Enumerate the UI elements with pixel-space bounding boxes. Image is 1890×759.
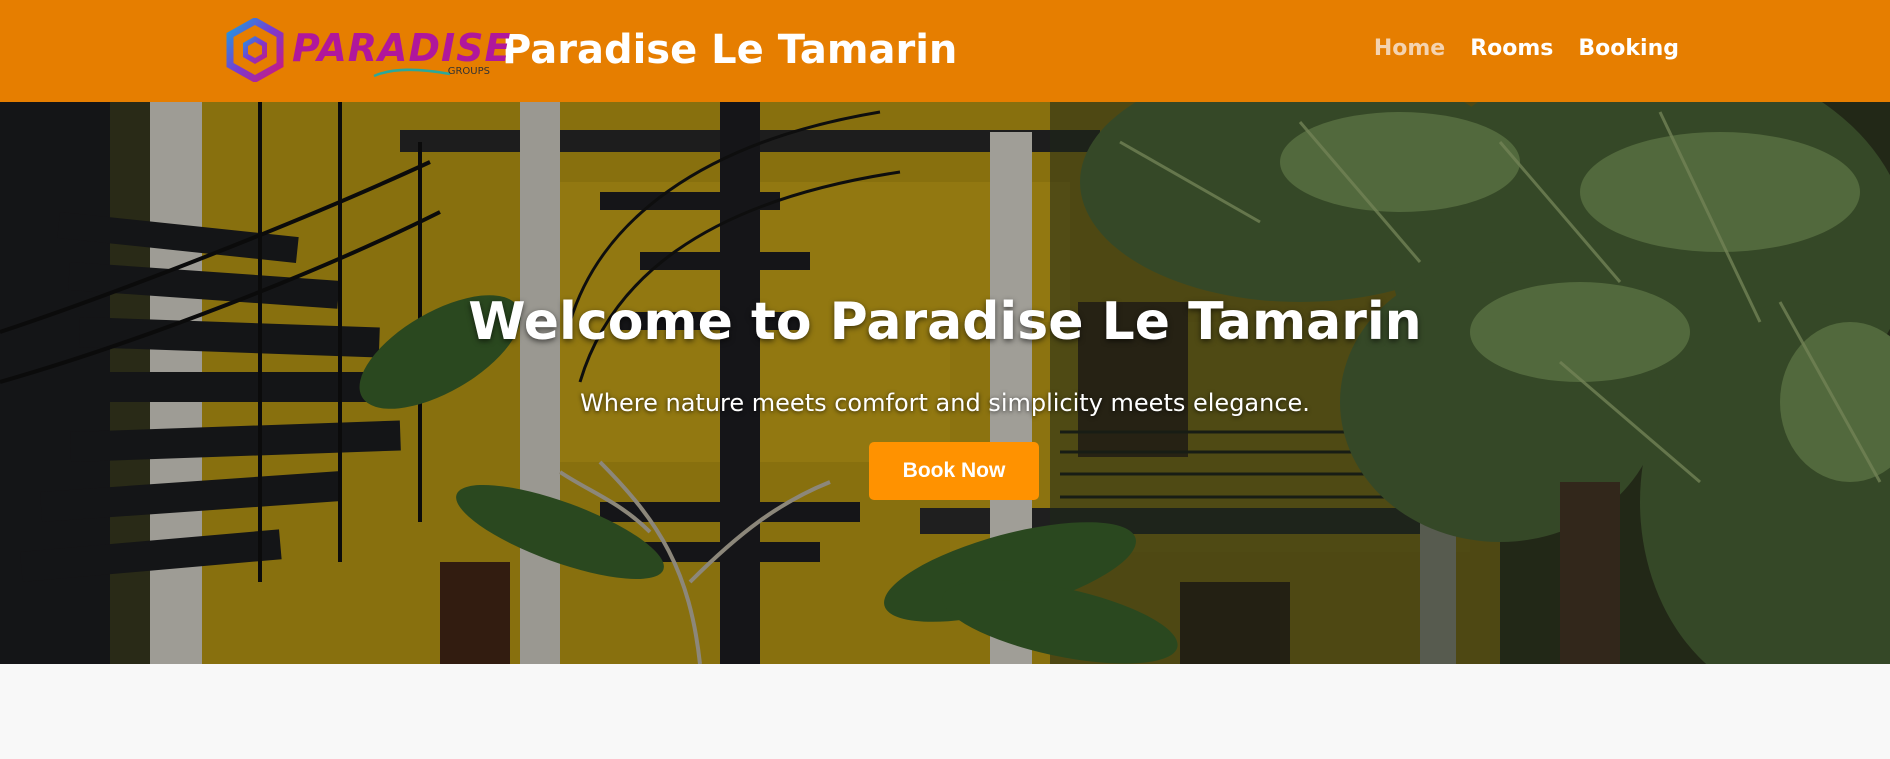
main-nav: Home Rooms Booking bbox=[1374, 36, 1679, 61]
page-body bbox=[0, 664, 1890, 759]
site-title[interactable]: Paradise Le Tamarin bbox=[502, 27, 957, 73]
hero-title: Welcome to Paradise Le Tamarin bbox=[468, 292, 1422, 352]
hero-subtitle: Where nature meets comfort and simplicit… bbox=[580, 389, 1310, 417]
logo-word: PARADISE bbox=[292, 26, 512, 70]
nav-link-booking[interactable]: Booking bbox=[1578, 36, 1679, 61]
hero-overlay bbox=[0, 102, 1890, 664]
navbar: PARADISE GROUPS Paradise Le Tamarin Home… bbox=[0, 0, 1890, 102]
nav-link-home[interactable]: Home bbox=[1374, 36, 1445, 61]
hero-section: Welcome to Paradise Le Tamarin Where nat… bbox=[0, 102, 1890, 664]
logo-subtext: GROUPS bbox=[447, 66, 490, 77]
logo-swoosh bbox=[373, 68, 451, 78]
nav-link-rooms[interactable]: Rooms bbox=[1470, 36, 1553, 61]
hexagon-logo-icon bbox=[226, 18, 284, 82]
brand[interactable]: PARADISE GROUPS Paradise Le Tamarin bbox=[226, 14, 957, 86]
logo-text: PARADISE GROUPS bbox=[292, 14, 510, 86]
logo[interactable]: PARADISE GROUPS bbox=[226, 14, 510, 86]
book-now-button[interactable]: Book Now bbox=[869, 442, 1039, 500]
